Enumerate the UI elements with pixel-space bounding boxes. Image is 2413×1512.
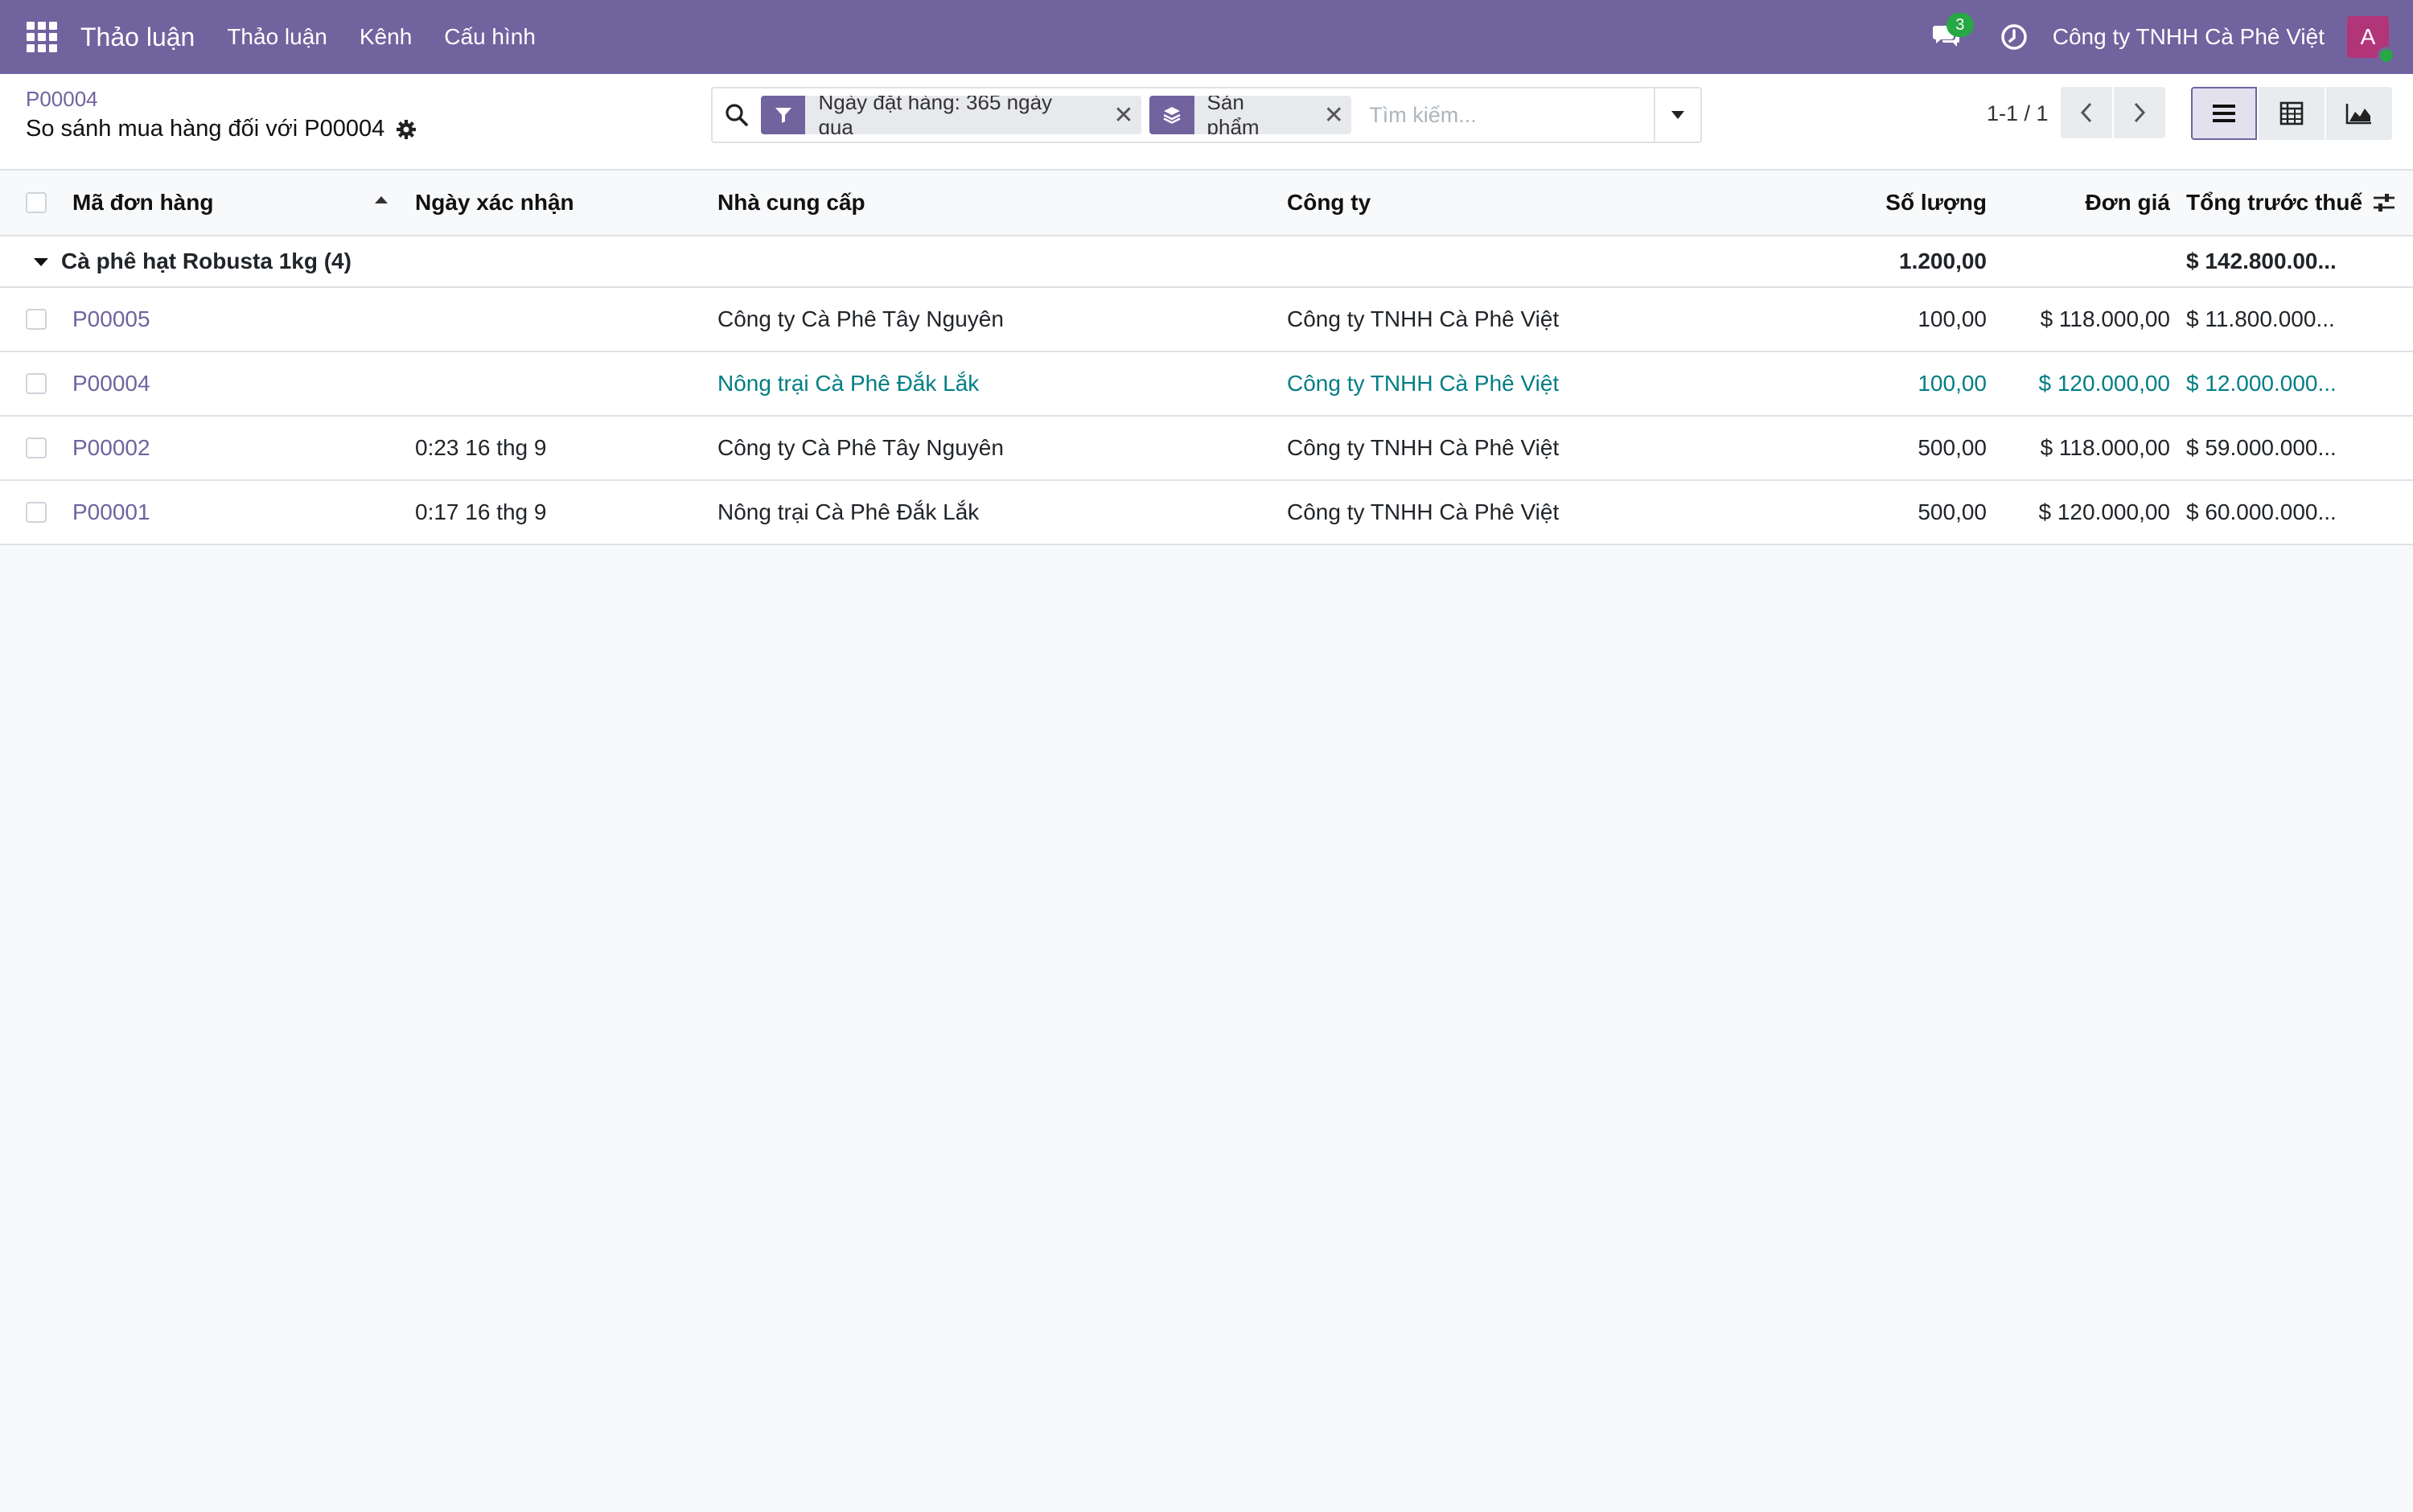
company-name: Công ty TNHH Cà Phê Việt [1287, 499, 1560, 524]
group-subtotal-sum: $ 142.800.00... [2186, 249, 2337, 273]
table-header: Mã đơn hàng Ngày xác nhận Nhà cung cấp C… [0, 171, 2413, 236]
caret-down-icon [1671, 111, 1685, 119]
company-name: Công ty TNHH Cà Phê Việt [1287, 371, 1560, 396]
filter-facet-label: Ngày đặt hàng: 365 ngày qua [818, 96, 1053, 134]
search-options-toggle[interactable] [1654, 88, 1700, 142]
quantity: 500,00 [1918, 435, 1987, 460]
order-reference[interactable]: P00004 [72, 352, 150, 415]
vendor-name: Công ty Cà Phê Tây Nguyên [717, 435, 1004, 460]
subtotal: $ 11.800.000... [2186, 306, 2335, 331]
list-icon [2213, 105, 2235, 122]
list-view-button[interactable] [2191, 87, 2257, 140]
quantity: 100,00 [1918, 306, 1987, 331]
row-checkbox[interactable] [26, 309, 47, 330]
subtotal: $ 60.000.000... [2186, 499, 2337, 524]
search-bar: Ngày đặt hàng: 365 ngày qua ✕ Sản phẩm ✕ [711, 87, 1702, 143]
chevron-left-icon [2080, 102, 2092, 123]
user-avatar[interactable]: A [2347, 16, 2395, 64]
company-switcher[interactable]: Công ty TNHH Cà Phê Việt [2053, 24, 2325, 50]
control-panel: P00004 So sánh mua hàng đối với P00004 N… [0, 74, 2413, 171]
messaging-menu[interactable]: 3 [1927, 13, 1974, 56]
search-icon[interactable] [713, 88, 761, 142]
caret-down-icon [34, 258, 48, 266]
subtotal: $ 59.000.000... [2186, 435, 2337, 460]
column-header-confirm-date[interactable]: Ngày xác nhận [415, 171, 574, 235]
remove-filter-facet-icon[interactable]: ✕ [1106, 96, 1141, 134]
group-row[interactable]: Cà phê hạt Robusta 1kg (4) 1.200,00 $ 14… [0, 236, 2413, 288]
activity-menu[interactable] [1998, 21, 2030, 53]
select-all-checkbox[interactable] [26, 192, 47, 213]
chevron-right-icon [2134, 102, 2146, 123]
menu-channels[interactable]: Kênh [360, 24, 412, 50]
filter-icon [760, 96, 806, 134]
sort-ascending-icon [375, 196, 388, 203]
group-quantity-sum: 1.200,00 [1899, 249, 1987, 273]
unit-price: $ 118.000,00 [2040, 435, 2170, 460]
app-brand[interactable]: Thảo luận [80, 23, 195, 52]
pivot-view-button[interactable] [2259, 87, 2325, 140]
column-header-subtotal[interactable]: Tổng trước thuế [2186, 171, 2371, 235]
column-header-company[interactable]: Công ty [1287, 171, 1371, 235]
table-row[interactable]: P00002 0:23 16 thg 9 Công ty Cà Phê Tây … [0, 417, 2413, 481]
table-row-current[interactable]: P00004 Nông trại Cà Phê Đắk Lắk Công ty … [0, 352, 2413, 417]
quantity: 500,00 [1918, 499, 1987, 524]
table-row[interactable]: P00005 Công ty Cà Phê Tây Nguyên Công ty… [0, 288, 2413, 352]
group-by-icon [1149, 96, 1194, 134]
optional-columns-icon[interactable] [2371, 190, 2397, 216]
remove-groupby-facet-icon[interactable]: ✕ [1316, 96, 1351, 134]
order-reference[interactable]: P00001 [72, 481, 150, 544]
vendor-name: Công ty Cà Phê Tây Nguyên [717, 306, 1004, 331]
row-checkbox[interactable] [26, 438, 47, 458]
groupby-facet: Sản phẩm ✕ [1149, 96, 1352, 134]
pager-value[interactable]: 1-1 / 1 [1987, 101, 2049, 126]
confirm-date: 0:17 16 thg 9 [415, 499, 547, 524]
purchase-list: Mã đơn hàng Ngày xác nhận Nhà cung cấp C… [0, 171, 2413, 545]
chat-counter-badge: 3 [1946, 13, 1974, 37]
column-header-order[interactable]: Mã đơn hàng [72, 171, 213, 235]
page-title: So sánh mua hàng đối với P00004 [26, 116, 417, 142]
menu-discuss[interactable]: Thảo luận [227, 24, 327, 50]
confirm-date: 0:23 16 thg 9 [415, 435, 547, 460]
company-name: Công ty TNHH Cà Phê Việt [1287, 435, 1560, 460]
order-reference[interactable]: P00002 [72, 417, 150, 479]
table-icon [2279, 101, 2304, 125]
breadcrumb[interactable]: P00004 [26, 87, 98, 112]
unit-price: $ 118.000,00 [2040, 306, 2170, 331]
top-navbar: Thảo luận Thảo luận Kênh Cấu hình 3 Công… [0, 0, 2413, 74]
search-input[interactable] [1359, 91, 1655, 139]
app-menu-icon[interactable] [24, 19, 60, 55]
group-label[interactable]: Cà phê hạt Robusta 1kg (4) [61, 236, 351, 286]
avatar-initial: A [2360, 24, 2376, 49]
quantity: 100,00 [1918, 371, 1987, 396]
filter-facet: Ngày đặt hàng: 365 ngày qua ✕ [760, 96, 1141, 134]
area-chart-icon [2345, 104, 2371, 125]
groupby-facet-label: Sản phẩm [1206, 96, 1260, 134]
column-header-unit-price[interactable]: Đơn giá [2086, 171, 2170, 235]
clock-icon [2001, 24, 2027, 50]
vendor-name: Nông trại Cà Phê Đắk Lắk [717, 371, 980, 396]
company-name: Công ty TNHH Cà Phê Việt [1287, 306, 1560, 331]
row-checkbox[interactable] [26, 502, 47, 523]
navbar-systray: 3 Công ty TNHH Cà Phê Việt A [1927, 0, 2413, 74]
menu-configuration[interactable]: Cấu hình [444, 24, 536, 50]
page-title-text: So sánh mua hàng đối với P00004 [26, 116, 385, 142]
gear-icon[interactable] [396, 119, 417, 140]
vendor-name: Nông trại Cà Phê Đắk Lắk [717, 499, 980, 524]
unit-price: $ 120.000,00 [2038, 371, 2171, 396]
subtotal: $ 12.000.000... [2186, 371, 2337, 396]
graph-view-button[interactable] [2326, 87, 2392, 140]
table-row[interactable]: P00001 0:17 16 thg 9 Nông trại Cà Phê Đắ… [0, 481, 2413, 545]
online-status-dot [2378, 47, 2395, 64]
unit-price: $ 120.000,00 [2038, 499, 2171, 524]
order-reference[interactable]: P00005 [72, 288, 150, 351]
pager-previous-button[interactable] [2061, 87, 2112, 138]
column-header-vendor[interactable]: Nhà cung cấp [717, 171, 865, 235]
row-checkbox[interactable] [26, 373, 47, 394]
column-header-quantity[interactable]: Số lượng [1885, 171, 1987, 235]
pager-next-button[interactable] [2114, 87, 2165, 138]
